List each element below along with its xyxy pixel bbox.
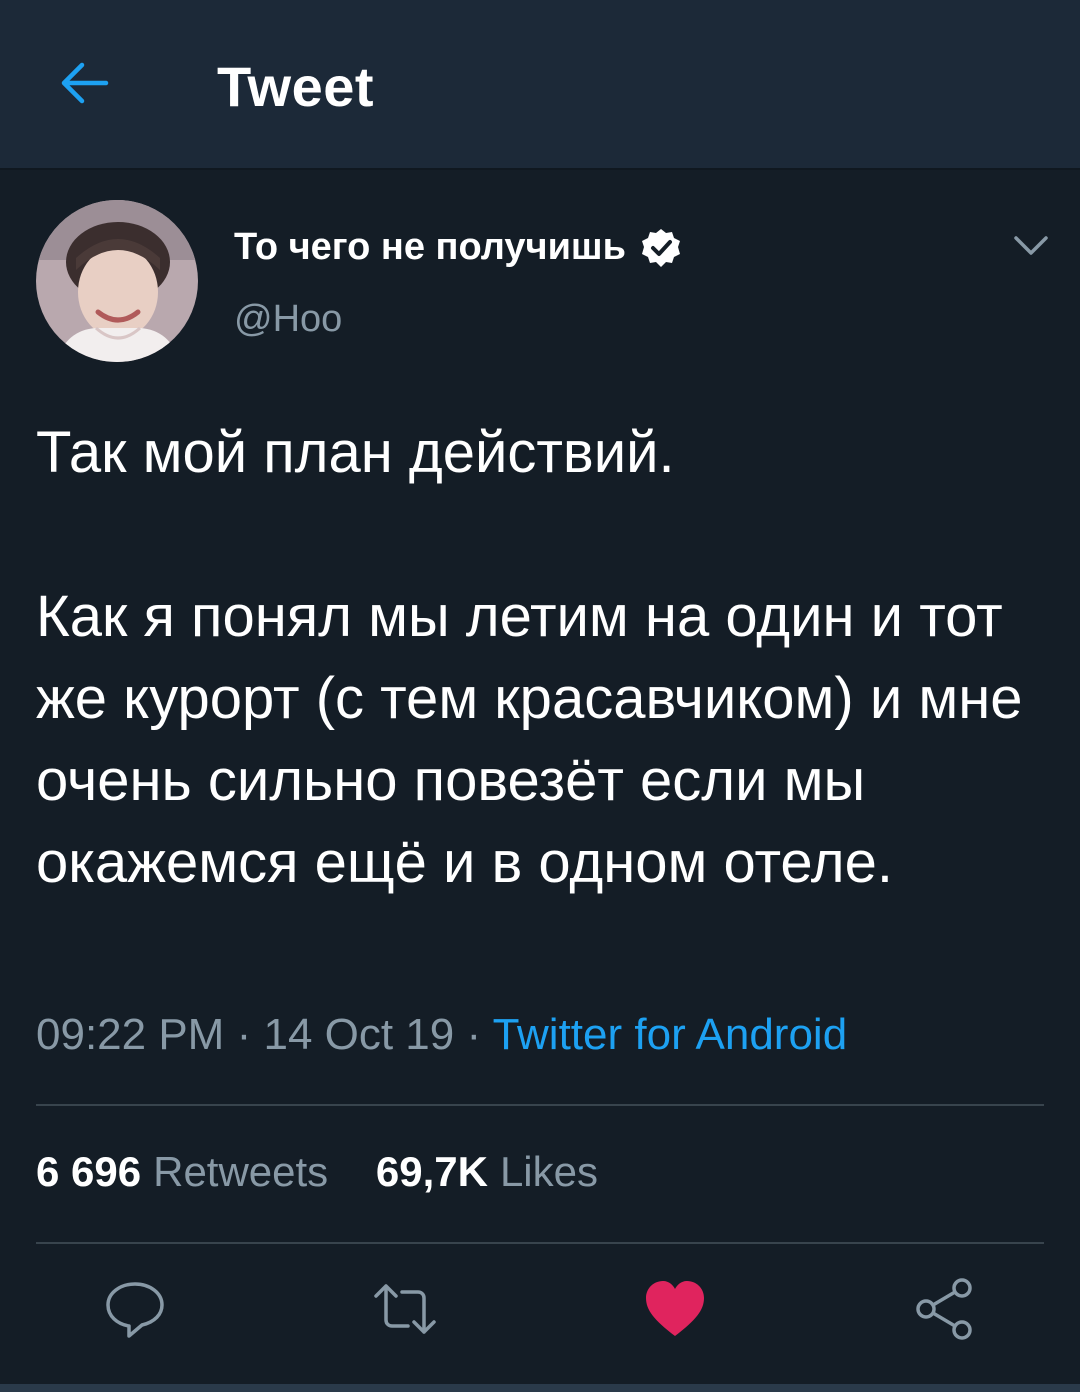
- author-display-name: То чего не получишь: [234, 226, 626, 268]
- bottom-bar: [0, 1384, 1080, 1392]
- tweet-time: 09:22 PM: [36, 1010, 225, 1059]
- tweet-paragraph: Как я понял мы летим на один и тот же ку…: [36, 584, 1023, 895]
- meta-separator: ·: [236, 1010, 252, 1059]
- retweets-stat[interactable]: 6 696 Retweets: [36, 1148, 376, 1195]
- tweet-stats: 6 696 Retweets 69,7K Likes: [36, 1148, 634, 1196]
- tweet-meta: 09:22 PM · 14 Oct 19 · Twitter for Andro…: [36, 1010, 847, 1060]
- tweet-date: 14 Oct 19: [263, 1010, 455, 1059]
- likes-label: Likes: [499, 1148, 598, 1195]
- tweet-text: Так мой план действий. Как я понял мы ле…: [36, 412, 1046, 904]
- heart-icon[interactable]: [642, 1276, 708, 1342]
- avatar[interactable]: [36, 200, 198, 362]
- author-handle: @Hoo: [234, 298, 343, 340]
- app-header: Tweet: [0, 0, 1080, 170]
- likes-count: 69,7K: [375, 1148, 488, 1195]
- divider: [36, 1104, 1044, 1106]
- reply-icon[interactable]: [102, 1276, 168, 1342]
- divider: [36, 1242, 1044, 1244]
- author-name[interactable]: То чего не получишь: [234, 226, 682, 269]
- retweets-label: Retweets: [153, 1148, 329, 1195]
- tweet-source-link[interactable]: Twitter for Android: [493, 1010, 848, 1059]
- verified-badge-icon: [641, 228, 680, 267]
- chevron-down-icon[interactable]: [1010, 228, 1052, 264]
- tweet-paragraph: Так мой план действий.: [36, 420, 675, 485]
- retweet-icon[interactable]: [372, 1276, 438, 1342]
- likes-stat[interactable]: 69,7K Likes: [376, 1148, 634, 1195]
- share-icon[interactable]: [912, 1276, 978, 1342]
- meta-separator: ·: [466, 1010, 482, 1059]
- retweets-count: 6 696: [36, 1148, 142, 1195]
- page-title: Tweet: [217, 55, 375, 118]
- arrow-left-icon[interactable]: [52, 50, 118, 116]
